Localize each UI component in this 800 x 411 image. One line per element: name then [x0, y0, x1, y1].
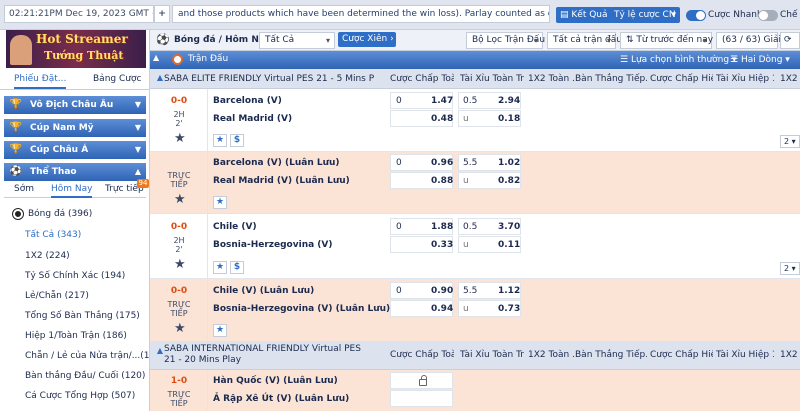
results-button[interactable]: ▤ Kết Quả — [556, 7, 612, 23]
trophy-icon: 🏆 — [9, 99, 23, 110]
chevron-down-icon: ▾ — [533, 36, 538, 45]
list-item[interactable]: Tổng Số Bàn Thắng (175) — [25, 311, 140, 321]
sidebar: Hot Streamer Tướng Thuật Phiếu Đặt... Bả… — [0, 30, 164, 411]
timezone-button[interactable]: + — [154, 5, 170, 23]
main-panel: ⚽ Bóng đá / Hôm Nay Tất Cả ▾ Cược Xiên › … — [150, 30, 800, 411]
list-item[interactable]: Hiệp 1/Toàn Trận (186) — [25, 331, 127, 341]
mode-label: Chế đ — [780, 10, 800, 20]
bet-type-select[interactable]: Tất cả trận đấu ▾ — [547, 32, 622, 49]
results-icon: ▤ — [560, 10, 572, 20]
list-icon: ☰ — [730, 55, 741, 65]
refresh-icon: ⟳ — [784, 35, 792, 45]
market-select[interactable]: Tất Cả ▾ — [259, 32, 335, 49]
list-item[interactable]: Tất Cả (343) — [25, 230, 81, 240]
league-header[interactable]: ▲ SABA ELITE FRIENDLY Virtual PES 21 - 5… — [150, 69, 800, 89]
chevron-down-icon: ▼ — [134, 100, 141, 109]
promo-banner[interactable]: Hot Streamer Tướng Thuật — [6, 30, 146, 68]
chevron-down-icon: ▼ — [134, 123, 141, 132]
list-item[interactable]: Tỷ Số Chính Xác (194) — [25, 271, 125, 281]
match-row: 0-0 TRỰC TIẾP ★ Chile (V) (Luân Lưu) Bos… — [150, 279, 800, 341]
parlay-button[interactable]: Cược Xiên › — [338, 32, 396, 47]
league-name: SABA ELITE FRIENDLY Virtual PES 21 - 5 M… — [164, 74, 374, 84]
list-item[interactable]: 1X2 (224) — [25, 251, 70, 261]
clock-display: 02:21:21PM Dec 19, 2023 GMT +7 — [4, 5, 154, 23]
chevron-down-icon: ▼ — [134, 145, 141, 154]
section-sports[interactable]: ⚽ Thể Thao ▲ — [4, 163, 146, 181]
filter-bar: ⚽ Bóng đá / Hôm Nay Tất Cả ▾ Cược Xiên › … — [150, 30, 800, 51]
chevron-right-icon: › — [387, 34, 394, 44]
section-copa[interactable]: 🏆 Cúp Nam Mỹ ▼ — [4, 119, 146, 137]
star-icon[interactable]: ★ — [174, 192, 186, 207]
tab-today[interactable]: Hôm Nay — [51, 184, 93, 198]
stats-icon[interactable]: ★ — [213, 261, 227, 274]
chevron-down-icon: ▾ — [325, 36, 330, 45]
star-icon[interactable]: ★ — [174, 321, 186, 336]
sort-icon: ⇅ — [626, 35, 637, 45]
match-filter-select[interactable]: Bộ Lọc Trận Đấu ▾ — [466, 32, 545, 49]
star-icon[interactable]: ★ — [174, 257, 186, 272]
sport-title: Bóng đá / Hôm Nay — [174, 35, 271, 45]
section-euro[interactable]: 🏆 Vô Địch Châu Âu ▼ — [4, 96, 146, 114]
list-item[interactable]: Cá Cược Tổng Hợp (507) — [25, 391, 135, 401]
lock-icon — [419, 375, 427, 386]
matches-header: ▲ Trận Đấu ☰ Lựa chọn bình thường ▾ ☰ Ha… — [150, 51, 800, 69]
stats-icon[interactable]: ★ — [213, 324, 227, 337]
mode-toggle[interactable] — [758, 10, 778, 21]
sport-period-tabs: Sớm Hôm Nay Trực tiếp 94 — [4, 179, 149, 198]
tab-bet-slip[interactable]: Phiếu Đặt... — [14, 74, 67, 89]
list-icon: ☰ — [620, 55, 631, 65]
odds-type-select[interactable]: Tỷ lệ cược CN ▾ — [610, 7, 680, 23]
live-count-badge: 94 — [137, 179, 149, 188]
chevron-down-icon: ▾ — [671, 10, 676, 20]
trophy-icon: 🏆 — [9, 144, 23, 155]
more-markets-select[interactable]: 2 ▾ — [780, 262, 800, 275]
cashout-icon[interactable]: $ — [230, 261, 244, 274]
match-row: 0-0 2H 2' ★ Barcelona (V) Real Madrid (V… — [150, 89, 800, 151]
announcement-ticker: and those products which have been deter… — [172, 5, 550, 23]
streamer-image — [10, 35, 32, 65]
match-row: 0-0 2H 2' ★ Chile (V) Bosnia-Herzegovina… — [150, 214, 800, 278]
stats-icon[interactable]: ★ — [213, 134, 227, 147]
collapse-icon[interactable]: ▲ — [153, 53, 159, 62]
list-item[interactable]: Lẻ/Chẵn (217) — [25, 291, 89, 301]
refresh-button[interactable]: ⟳ — [780, 32, 800, 49]
league-header[interactable]: ▲ SABA INTERNATIONAL FRIENDLY Virtual PE… — [150, 341, 800, 370]
trophy-icon: 🏆 — [9, 122, 23, 133]
list-item[interactable]: Chẵn / Lẻ của Nửa trận/...(180) — [25, 351, 164, 361]
tab-early[interactable]: Sớm — [14, 184, 34, 194]
sort-select[interactable]: ⇅ Từ trước đến nay ▾ — [620, 32, 713, 49]
league-name: SABA INTERNATIONAL FRIENDLY Virtual PES … — [164, 344, 361, 365]
clock-icon — [172, 54, 183, 65]
match-row: TRỰC TIẾP ★ Barcelona (V) (Luân Lưu) Rea… — [150, 152, 800, 213]
football-icon: ⚽ — [156, 33, 170, 46]
handicap-odds-home[interactable] — [390, 372, 453, 389]
sidebar-tabs: Phiếu Đặt... Bảng Cược — [0, 70, 150, 90]
chevron-down-icon: ▾ — [702, 36, 707, 45]
tab-bet-table[interactable]: Bảng Cược — [93, 74, 141, 84]
stats-icon[interactable]: ★ — [213, 196, 227, 209]
list-item[interactable]: Bàn thắng Đầu/ Cuối (120) — [25, 371, 145, 381]
star-icon[interactable]: ★ — [174, 131, 186, 146]
quick-bet-label: Cược Nhanh — [708, 10, 763, 20]
more-markets-select[interactable]: 2 ▾ — [780, 135, 800, 148]
display-mode-select[interactable]: ☰ Lựa chọn bình thường ▾ — [620, 53, 737, 67]
top-bar: 02:21:21PM Dec 19, 2023 GMT +7 + and tho… — [0, 0, 800, 30]
football-category[interactable]: Bóng đá (396) — [28, 209, 92, 219]
league-count[interactable]: (63 / 63) Giải — [716, 32, 781, 49]
matches-title: Trận Đấu — [188, 54, 229, 64]
cashout-icon[interactable]: $ — [230, 134, 244, 147]
match-row: 1-0 TRỰC TIẾP Hàn Quốc (V) (Luân Lưu) Ả … — [150, 370, 800, 411]
football-icon — [13, 209, 23, 219]
chevron-down-icon: ▾ — [606, 36, 611, 45]
section-asia[interactable]: 🏆 Cúp Châu Á ▼ — [4, 141, 146, 159]
football-icon: ⚽ — [9, 166, 23, 177]
handicap-odds-away[interactable] — [390, 390, 453, 407]
quick-bet-toggle[interactable] — [686, 10, 706, 21]
lines-select[interactable]: ☰ Hai Dòng ▾ — [730, 53, 790, 67]
